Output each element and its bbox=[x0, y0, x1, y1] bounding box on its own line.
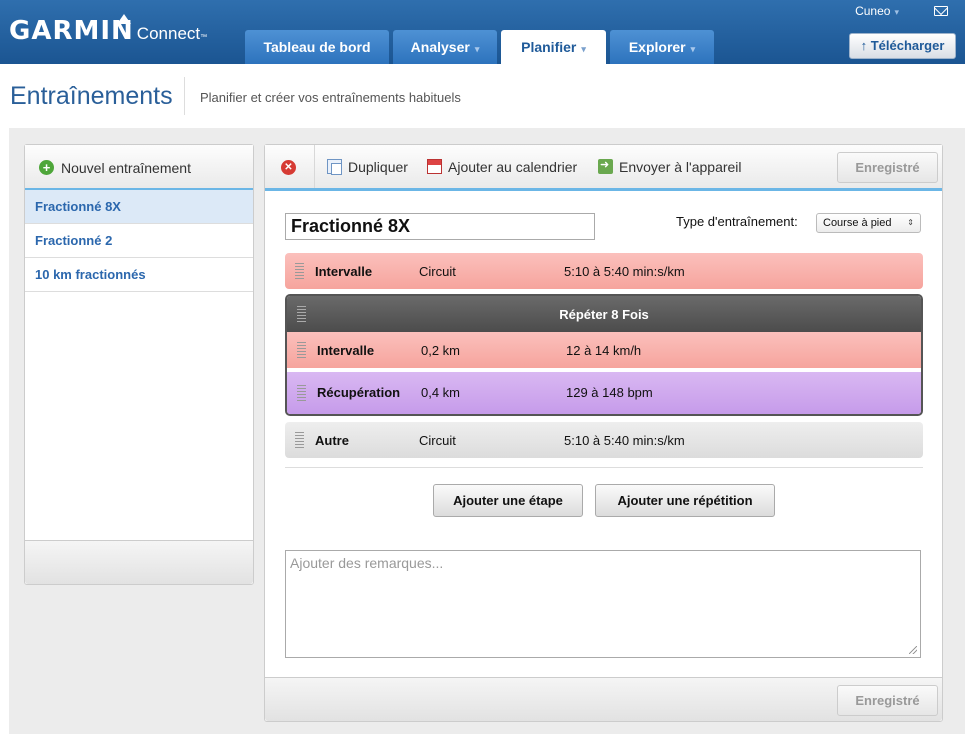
page-title: Entraînements bbox=[10, 82, 173, 110]
user-menu[interactable]: Cuneo ▾ bbox=[855, 4, 899, 18]
step-target: 5:10 à 5:40 min:s/km bbox=[564, 433, 685, 448]
saved-button[interactable]: Enregistré bbox=[837, 152, 938, 183]
chevron-down-icon: ▾ bbox=[690, 44, 696, 54]
repeat-block[interactable]: Répéter 8 Fois Intervalle 0,2 km 12 à 14… bbox=[285, 294, 923, 416]
add-repeat-button[interactable]: Ajouter une répétition bbox=[595, 484, 775, 517]
send-label: Envoyer à l'appareil bbox=[619, 159, 742, 175]
tab-explorer[interactable]: Explorer ▾ bbox=[610, 30, 714, 64]
duplicate-label: Dupliquer bbox=[348, 159, 408, 175]
logo-tm-text: ™ bbox=[200, 34, 208, 41]
upload-label: Télécharger bbox=[870, 38, 945, 53]
tab-planifier[interactable]: Planifier ▾ bbox=[501, 30, 606, 64]
workout-step-interval[interactable]: Intervalle Circuit 5:10 à 5:40 min:s/km bbox=[285, 253, 923, 289]
new-workout-label: Nouvel entraînement bbox=[61, 160, 191, 176]
chevron-down-icon: ▾ bbox=[894, 7, 899, 17]
add-to-calendar-button[interactable]: Ajouter au calendrier bbox=[427, 159, 577, 175]
chevron-down-icon: ▾ bbox=[474, 44, 480, 54]
step-duration: Circuit bbox=[419, 433, 456, 448]
step-duration: 0,4 km bbox=[421, 385, 461, 400]
workout-list-item[interactable]: Fractionné 8X bbox=[25, 190, 253, 224]
workout-step-recovery[interactable]: Récupération 0,4 km 129 à 148 bpm bbox=[287, 372, 921, 414]
upload-arrow-icon: ↑ bbox=[860, 38, 868, 53]
logo-triangle-icon bbox=[117, 14, 131, 24]
new-workout-button[interactable]: + Nouvel entraînement bbox=[25, 145, 253, 190]
editor-toolbar: ✕ Dupliquer Ajouter au calendrier Envoye… bbox=[265, 145, 942, 191]
step-type: Intervalle bbox=[317, 343, 375, 358]
send-to-device-button[interactable]: Envoyer à l'appareil bbox=[598, 158, 742, 175]
step-target: 5:10 à 5:40 min:s/km bbox=[564, 264, 685, 279]
workout-item-label: Fractionné 2 bbox=[35, 233, 113, 248]
mail-icon[interactable] bbox=[934, 6, 948, 16]
calendar-icon bbox=[427, 159, 442, 174]
workout-list-panel: + Nouvel entraînement Fractionné 8X Frac… bbox=[24, 144, 254, 585]
notes-placeholder: Ajouter des remarques... bbox=[290, 555, 444, 571]
workout-item-label: 10 km fractionnés bbox=[35, 267, 146, 282]
workout-editor-panel: ✕ Dupliquer Ajouter au calendrier Envoye… bbox=[264, 144, 943, 722]
workout-type-select[interactable]: Course à pied ⇕ bbox=[816, 213, 921, 233]
logo-garmin-text: GARMIN bbox=[9, 16, 134, 46]
footer-saved-button[interactable]: Enregistré bbox=[837, 685, 938, 716]
page-subtitle: Planifier et créer vos entraînements hab… bbox=[200, 90, 461, 105]
steps-divider bbox=[285, 467, 923, 468]
workout-list-item[interactable]: Fractionné 2 bbox=[25, 224, 253, 258]
tab-label: Planifier bbox=[521, 39, 577, 55]
user-name: Cuneo bbox=[855, 4, 891, 18]
workout-type-label: Type d'entraînement: bbox=[676, 214, 798, 229]
select-arrows-icon: ⇕ bbox=[907, 218, 914, 227]
drag-handle-icon[interactable] bbox=[295, 263, 304, 279]
upload-button[interactable]: ↑ Télécharger bbox=[849, 33, 956, 59]
step-target: 129 à 148 bpm bbox=[566, 385, 653, 400]
notes-textarea[interactable]: Ajouter des remarques... bbox=[285, 550, 921, 658]
top-navigation-bar: GARMIN Connect™ Cuneo ▾ Tableau de bord An… bbox=[0, 0, 965, 64]
logo-connect-text: Connect bbox=[136, 24, 201, 43]
drag-handle-icon[interactable] bbox=[295, 432, 304, 448]
drag-handle-icon[interactable] bbox=[297, 385, 306, 401]
step-target: 12 à 14 km/h bbox=[566, 343, 642, 358]
garmin-connect-logo[interactable]: GARMIN Connect™ bbox=[9, 14, 208, 46]
delete-icon[interactable]: ✕ bbox=[281, 160, 296, 175]
tab-label: Analyser bbox=[410, 39, 470, 55]
workout-list-footer bbox=[25, 540, 253, 584]
editor-footer: Enregistré bbox=[265, 677, 942, 721]
step-type: Intervalle bbox=[315, 264, 373, 279]
plus-icon: + bbox=[39, 160, 54, 175]
drag-handle-icon[interactable] bbox=[297, 342, 306, 358]
tab-label: Explorer bbox=[628, 39, 686, 55]
duplicate-icon bbox=[327, 159, 342, 175]
step-duration: 0,2 km bbox=[421, 343, 461, 358]
workout-step-interval[interactable]: Intervalle 0,2 km 12 à 14 km/h bbox=[287, 332, 921, 368]
send-to-device-icon bbox=[598, 158, 613, 174]
workout-step-other[interactable]: Autre Circuit 5:10 à 5:40 min:s/km bbox=[285, 422, 923, 458]
repeat-title: Répéter 8 Fois bbox=[559, 307, 649, 322]
workout-type-value: Course à pied bbox=[823, 217, 892, 229]
add-step-button[interactable]: Ajouter une étape bbox=[433, 484, 583, 517]
resize-handle-icon[interactable] bbox=[909, 646, 917, 654]
chevron-down-icon: ▾ bbox=[581, 44, 586, 54]
tab-analyser[interactable]: Analyser ▾ bbox=[393, 30, 497, 64]
duplicate-button[interactable]: Dupliquer bbox=[327, 159, 408, 175]
step-duration: Circuit bbox=[419, 264, 456, 279]
tab-label: Tableau de bord bbox=[263, 39, 371, 55]
repeat-header[interactable]: Répéter 8 Fois bbox=[287, 296, 921, 332]
workout-name-input[interactable]: Fractionné 8X bbox=[285, 213, 595, 240]
step-type: Récupération bbox=[317, 385, 401, 400]
tab-tableau-de-bord[interactable]: Tableau de bord bbox=[245, 30, 389, 64]
toolbar-divider bbox=[314, 145, 315, 188]
workout-list-item[interactable]: 10 km fractionnés bbox=[25, 258, 253, 292]
step-type: Autre bbox=[315, 433, 349, 448]
calendar-label: Ajouter au calendrier bbox=[448, 159, 578, 175]
title-divider bbox=[184, 77, 185, 115]
workout-item-label: Fractionné 8X bbox=[35, 199, 121, 214]
